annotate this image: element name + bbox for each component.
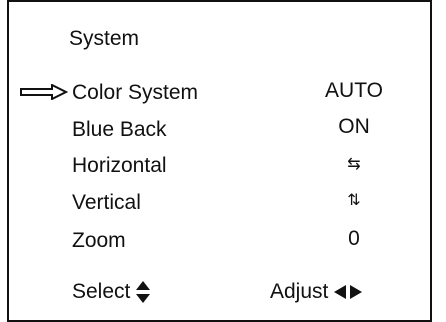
menu-value-color-system[interactable]: AUTO: [304, 78, 404, 104]
select-label: Select: [72, 280, 131, 304]
left-right-triangles-icon: [334, 285, 363, 300]
menu-item-zoom[interactable]: Zoom: [72, 228, 126, 254]
adjust-hint: Adjust: [270, 279, 363, 305]
menu-title: System: [69, 27, 140, 50]
adjust-label: Adjust: [270, 280, 329, 304]
horizontal-flip-icon[interactable]: ⇆: [304, 152, 404, 178]
select-hint: Select: [72, 279, 151, 305]
menu-value-blue-back[interactable]: ON: [304, 114, 404, 140]
up-down-triangles-icon: [136, 281, 151, 304]
menu-item-vertical[interactable]: Vertical: [72, 190, 141, 216]
menu-item-color-system[interactable]: Color System: [72, 80, 198, 106]
menu-value-zoom[interactable]: 0: [304, 226, 404, 252]
selection-pointer-icon: [20, 84, 68, 100]
menu-item-horizontal[interactable]: Horizontal: [72, 153, 167, 179]
vertical-flip-icon[interactable]: ⇅: [304, 188, 404, 214]
menu-item-blue-back[interactable]: Blue Back: [72, 117, 167, 143]
